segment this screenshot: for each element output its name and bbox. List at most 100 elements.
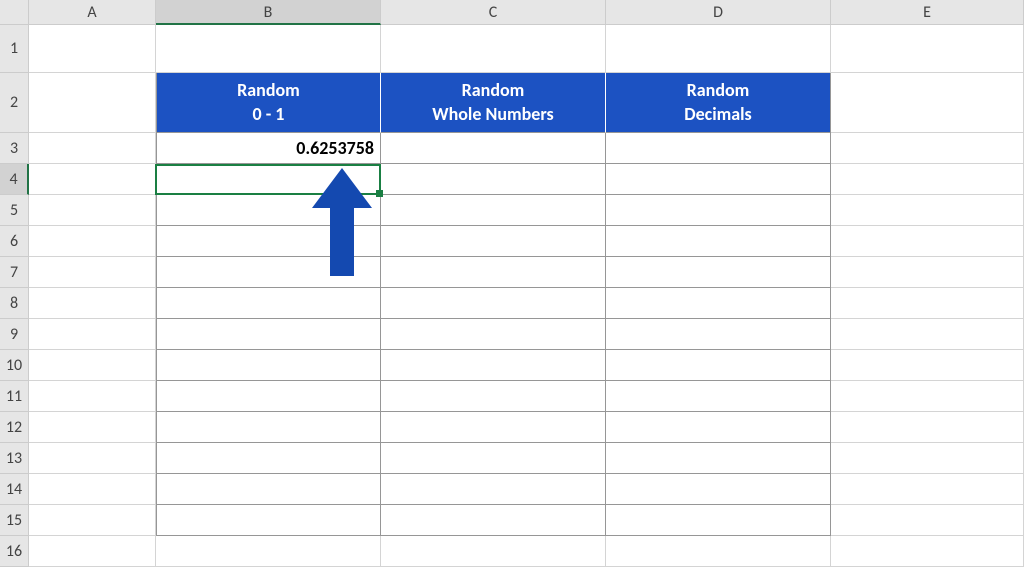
cell-e1[interactable] (831, 25, 1024, 73)
row-head-10[interactable]: 10 (0, 350, 29, 381)
cell-a4[interactable] (29, 164, 156, 195)
header-random-01[interactable]: Random 0 - 1 (156, 73, 381, 133)
cell-d7[interactable] (606, 257, 831, 288)
col-head-d[interactable]: D (606, 0, 831, 25)
row-head-11[interactable]: 11 (0, 381, 29, 412)
cell-e6[interactable] (831, 226, 1024, 257)
cell-a5[interactable] (29, 195, 156, 226)
cell-a13[interactable] (29, 443, 156, 474)
cell-c4[interactable] (381, 164, 606, 195)
row-head-1[interactable]: 1 (0, 25, 29, 73)
cell-a8[interactable] (29, 288, 156, 319)
cell-c14[interactable] (381, 474, 606, 505)
row-head-15[interactable]: 15 (0, 505, 29, 536)
cell-a16[interactable] (29, 536, 156, 567)
cell-e13[interactable] (831, 443, 1024, 474)
cell-e2[interactable] (831, 73, 1024, 133)
cell-a2[interactable] (29, 73, 156, 133)
cell-c16[interactable] (381, 536, 606, 567)
row-head-13[interactable]: 13 (0, 443, 29, 474)
cell-e14[interactable] (831, 474, 1024, 505)
row-head-4[interactable]: 4 (0, 164, 29, 195)
cell-e11[interactable] (831, 381, 1024, 412)
cell-c10[interactable] (381, 350, 606, 381)
cell-b9[interactable] (156, 319, 381, 350)
row-head-7[interactable]: 7 (0, 257, 29, 288)
cell-b15[interactable] (156, 505, 381, 536)
cell-b7[interactable] (156, 257, 381, 288)
cell-d1[interactable] (606, 25, 831, 73)
cell-b14[interactable] (156, 474, 381, 505)
cell-c15[interactable] (381, 505, 606, 536)
cell-c12[interactable] (381, 412, 606, 443)
cell-e5[interactable] (831, 195, 1024, 226)
cell-e15[interactable] (831, 505, 1024, 536)
cell-c8[interactable] (381, 288, 606, 319)
cell-a9[interactable] (29, 319, 156, 350)
cell-a15[interactable] (29, 505, 156, 536)
cell-d12[interactable] (606, 412, 831, 443)
cell-e12[interactable] (831, 412, 1024, 443)
cell-e7[interactable] (831, 257, 1024, 288)
cell-a12[interactable] (29, 412, 156, 443)
cell-d5[interactable] (606, 195, 831, 226)
cell-e4[interactable] (831, 164, 1024, 195)
header-random-whole[interactable]: Random Whole Numbers (381, 73, 606, 133)
row-head-6[interactable]: 6 (0, 226, 29, 257)
cell-a10[interactable] (29, 350, 156, 381)
cell-d15[interactable] (606, 505, 831, 536)
cell-e16[interactable] (831, 536, 1024, 567)
cell-b5[interactable] (156, 195, 381, 226)
row-head-2[interactable]: 2 (0, 73, 29, 133)
cell-a11[interactable] (29, 381, 156, 412)
cell-b1[interactable] (156, 25, 381, 73)
select-all-corner[interactable] (0, 0, 29, 25)
cell-e8[interactable] (831, 288, 1024, 319)
cell-c7[interactable] (381, 257, 606, 288)
cell-d6[interactable] (606, 226, 831, 257)
cell-b11[interactable] (156, 381, 381, 412)
cell-b3[interactable]: 0.6253758 (156, 133, 381, 164)
row-head-12[interactable]: 12 (0, 412, 29, 443)
row-head-9[interactable]: 9 (0, 319, 29, 350)
col-head-b[interactable]: B (156, 0, 381, 25)
cell-e3[interactable] (831, 133, 1024, 164)
cell-c3[interactable] (381, 133, 606, 164)
col-head-e[interactable]: E (831, 0, 1024, 25)
row-head-14[interactable]: 14 (0, 474, 29, 505)
cell-d14[interactable] (606, 474, 831, 505)
cell-d16[interactable] (606, 536, 831, 567)
cell-e10[interactable] (831, 350, 1024, 381)
cell-c1[interactable] (381, 25, 606, 73)
cell-d3[interactable] (606, 133, 831, 164)
row-head-3[interactable]: 3 (0, 133, 29, 164)
cell-d10[interactable] (606, 350, 831, 381)
cell-a1[interactable] (29, 25, 156, 73)
cell-d13[interactable] (606, 443, 831, 474)
cell-c6[interactable] (381, 226, 606, 257)
cell-d4[interactable] (606, 164, 831, 195)
row-head-5[interactable]: 5 (0, 195, 29, 226)
cell-b12[interactable] (156, 412, 381, 443)
cell-a3[interactable] (29, 133, 156, 164)
cell-b13[interactable] (156, 443, 381, 474)
header-random-decimals[interactable]: Random Decimals (606, 73, 831, 133)
cell-b16[interactable] (156, 536, 381, 567)
cell-a6[interactable] (29, 226, 156, 257)
cell-c5[interactable] (381, 195, 606, 226)
cell-b8[interactable] (156, 288, 381, 319)
cell-c9[interactable] (381, 319, 606, 350)
cell-c11[interactable] (381, 381, 606, 412)
cell-a14[interactable] (29, 474, 156, 505)
cell-b4[interactable] (156, 164, 381, 195)
col-head-a[interactable]: A (29, 0, 156, 25)
cell-d8[interactable] (606, 288, 831, 319)
cell-d11[interactable] (606, 381, 831, 412)
cell-a7[interactable] (29, 257, 156, 288)
col-head-c[interactable]: C (381, 0, 606, 25)
cell-b6[interactable] (156, 226, 381, 257)
cell-d9[interactable] (606, 319, 831, 350)
row-head-8[interactable]: 8 (0, 288, 29, 319)
row-head-16[interactable]: 16 (0, 536, 29, 567)
cell-c13[interactable] (381, 443, 606, 474)
